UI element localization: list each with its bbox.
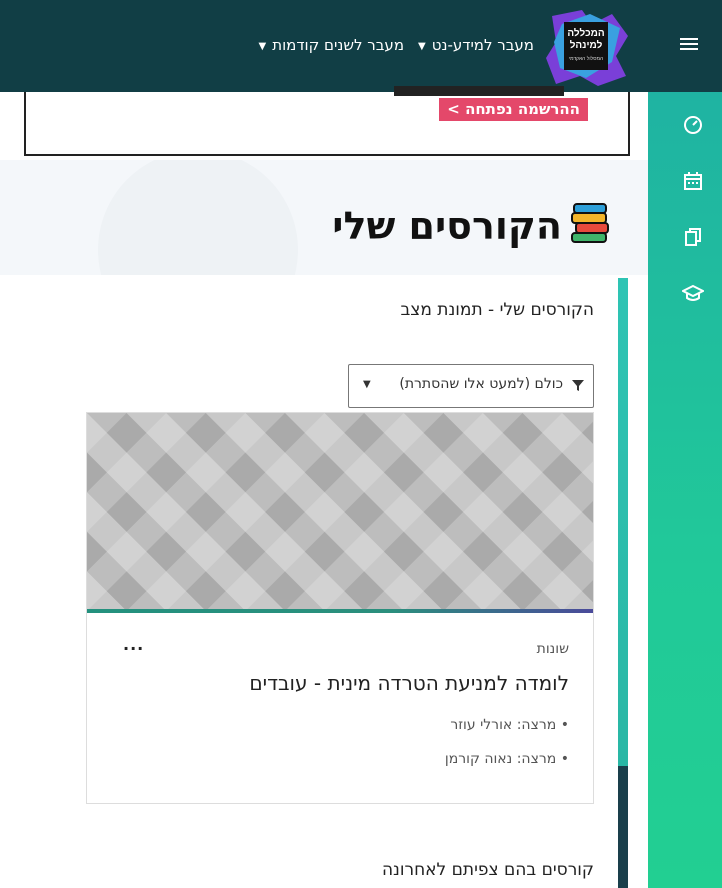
registration-notice: ההרשמה נפתחה > [24,86,630,156]
filter-label: כולם (למעט אלו שהסתרת) [399,376,563,392]
course-title-link[interactable]: לומדה למניעת הטרדה מינית - עובדים [249,671,569,695]
nav-midanet-dropdown[interactable]: מעבר למידע-נט ▼ [418,36,534,54]
logo-line-3: המסלול האקדמי [569,55,603,62]
logo-line-1: המכללה [567,27,604,39]
nav-previous-years-dropdown[interactable]: מעבר לשנים קודמות ▼ [259,36,404,54]
course-lecturer: • מרצה: נאוה קורמן [444,751,569,767]
right-sidebar [648,92,722,888]
content-rail [618,278,628,888]
top-nav-menu: מעבר למידע-נט ▼ מעבר לשנים קודמות ▼ [259,36,534,54]
page-title: הקורסים שלי [332,204,562,248]
course-filter-dropdown[interactable]: ▼ כולם (למעט אלו שהסתרת) [348,364,594,408]
course-menu-button[interactable]: ... [123,635,144,654]
course-image[interactable] [87,413,593,609]
recent-courses-title: קורסים בהם צפיתם לאחרונה [381,860,594,880]
logo-line-2: למינהל [570,39,603,51]
notice-decoration [394,86,564,96]
graduation-cap-icon[interactable] [680,282,706,304]
course-card: ... שונות לומדה למניעת הטרדה מינית - עוב… [86,412,594,804]
course-progress-strip [87,609,593,613]
filter-icon [572,380,584,391]
chevron-down-icon: ▼ [258,41,267,52]
nav-midanet-label: מעבר למידע-נט [431,36,534,54]
course-category: שונות [536,641,569,657]
college-logo[interactable]: המכללה למינהל המסלול האקדמי [542,6,630,90]
overview-title: הקורסים שלי - תמונת מצב [400,300,594,320]
page-header: הקורסים שלי [0,160,648,275]
header-decoration [98,160,298,275]
nav-previous-years-label: מעבר לשנים קודמות [272,36,405,54]
dashboard-icon[interactable] [682,114,704,136]
files-icon[interactable] [682,226,704,248]
top-navbar: מעבר למידע-נט ▼ מעבר לשנים קודמות ▼ המכללה… [0,0,722,92]
calendar-icon[interactable] [682,170,704,192]
hamburger-icon[interactable] [674,30,704,60]
chevron-down-icon: ▼ [363,379,371,390]
course-lecturer: • מרצה: אורלי עוזר [450,717,569,733]
registration-open-badge[interactable]: ההרשמה נפתחה > [439,98,588,121]
chevron-down-icon: ▼ [418,41,426,52]
books-icon [571,203,609,243]
